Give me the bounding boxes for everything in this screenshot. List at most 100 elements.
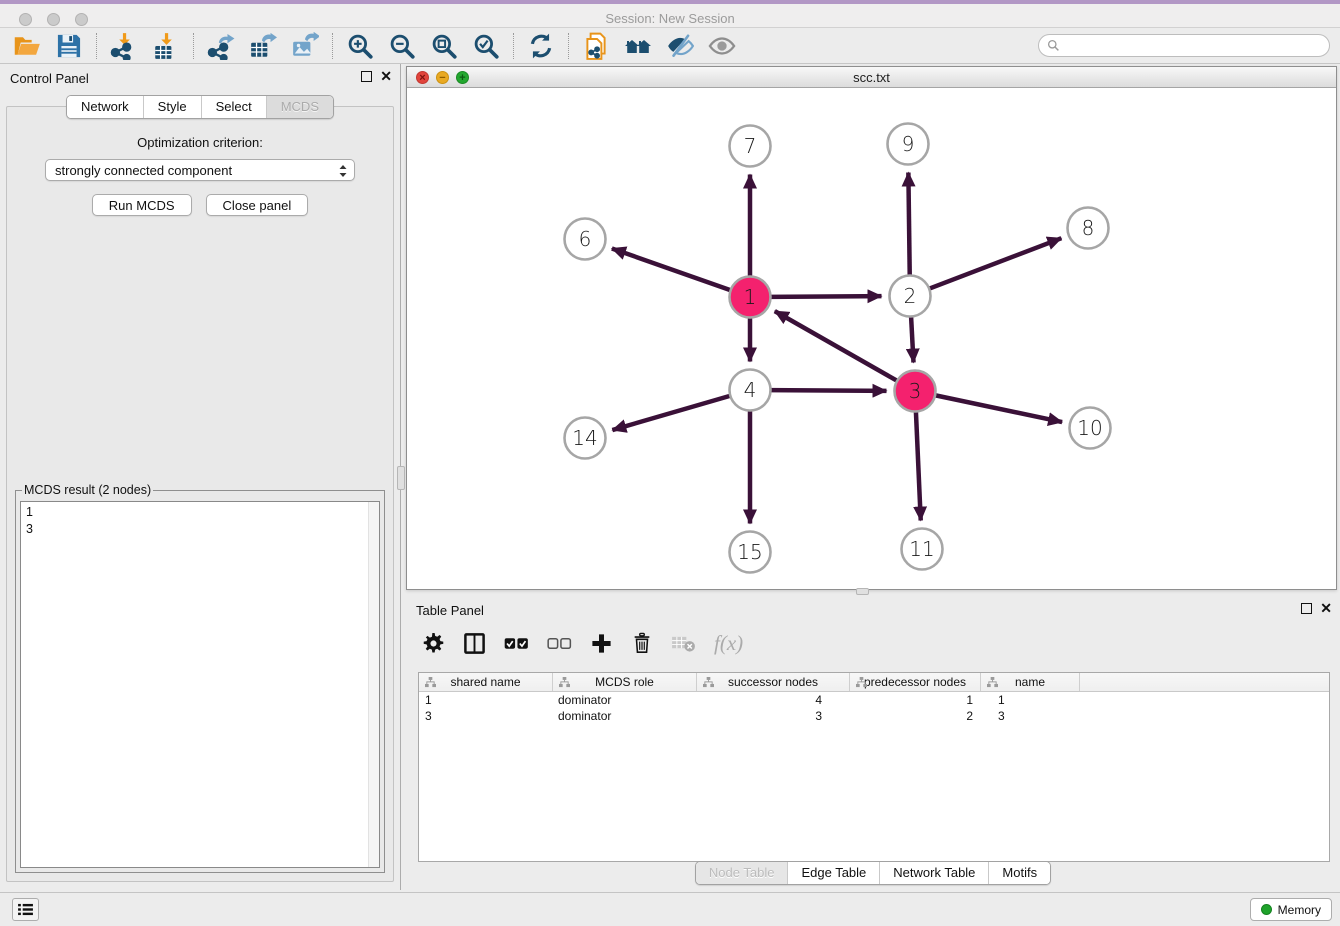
float-table-panel-icon[interactable]	[1301, 603, 1312, 614]
horizontal-splitter-handle[interactable]	[856, 588, 869, 595]
memory-label: Memory	[1278, 903, 1321, 917]
save-session-icon[interactable]	[54, 31, 84, 61]
home-icon[interactable]	[623, 31, 653, 61]
column-header-successor-nodes[interactable]: successor nodes	[697, 673, 850, 691]
graph-node-label: 2	[904, 284, 917, 308]
import-table-icon[interactable]	[151, 31, 181, 61]
cell-mcds_role: dominator	[553, 709, 697, 723]
tab-motifs[interactable]: Motifs	[988, 862, 1050, 884]
tab-select[interactable]: Select	[201, 96, 266, 118]
column-header-name[interactable]: name	[981, 673, 1080, 691]
deselect-all-icon[interactable]	[547, 635, 572, 652]
close-table-panel-icon[interactable]: ✕	[1320, 603, 1332, 614]
tab-node-table[interactable]: Node Table	[696, 862, 788, 884]
refresh-layout-icon[interactable]	[526, 31, 556, 61]
export-table-icon[interactable]	[248, 31, 278, 61]
cell-mcds_role: dominator	[553, 693, 697, 707]
open-session-icon[interactable]	[12, 31, 42, 61]
delete-column-trash-icon[interactable]	[631, 632, 653, 654]
session-title: Session: New Session	[0, 11, 1340, 26]
tab-mcds[interactable]: MCDS	[266, 96, 333, 118]
column-header-predecessor-nodes[interactable]: predecessor nodes	[850, 673, 981, 691]
show-hide-panels-icon[interactable]	[665, 31, 695, 61]
export-image-icon[interactable]	[290, 31, 320, 61]
zoom-out-icon[interactable]	[387, 31, 417, 61]
memory-status-icon	[1261, 904, 1272, 915]
graph-node-label: 3	[909, 379, 922, 403]
mcds-tab-content: Optimization criterion: strongly connect…	[6, 106, 394, 882]
vertical-splitter-handle[interactable]	[397, 466, 405, 490]
create-column-plus-icon[interactable]	[590, 632, 613, 655]
graph-edge-2-3[interactable]	[911, 316, 913, 362]
optimization-criterion-label: Optimization criterion:	[7, 135, 393, 150]
zoom-in-icon[interactable]	[345, 31, 375, 61]
table-row[interactable]: 1dominator411	[419, 692, 1329, 708]
table-row[interactable]: 3dominator323	[419, 708, 1329, 724]
graph-edge-2-9[interactable]	[908, 172, 909, 275]
network-canvas[interactable]: 7968124314101511	[407, 88, 1336, 589]
graph-node-label: 9	[902, 132, 915, 156]
mcds-result-fieldset: MCDS result (2 nodes) 1 3	[15, 483, 385, 873]
graph-node-label: 7	[744, 134, 757, 158]
graph-node-label: 10	[1077, 416, 1102, 440]
close-panel-button[interactable]: Close panel	[206, 194, 309, 216]
graph-node-label: 14	[572, 426, 597, 450]
close-panel-icon[interactable]: ✕	[380, 71, 392, 82]
control-panel: Control Panel ✕ NetworkStyleSelectMCDS O…	[0, 64, 401, 890]
graph-node-label: 15	[737, 540, 762, 564]
mcds-result-values: 1 3	[26, 504, 33, 538]
select-chevrons-icon	[338, 163, 348, 179]
memory-button[interactable]: Memory	[1250, 898, 1332, 921]
graph-edge-1-2[interactable]	[770, 296, 881, 297]
show-graphics-details-icon[interactable]	[707, 31, 737, 61]
graph-edge-4-3[interactable]	[770, 390, 886, 391]
column-header-MCDS-role[interactable]: MCDS role	[553, 673, 697, 691]
table-toolbar: f(x)	[422, 628, 743, 658]
export-network-icon[interactable]	[206, 31, 236, 61]
tab-style[interactable]: Style	[143, 96, 201, 118]
table-settings-gear-icon[interactable]	[422, 632, 445, 655]
graph-edge-2-8[interactable]	[929, 238, 1061, 289]
table-header-row: shared nameMCDS rolesuccessor nodesprede…	[419, 673, 1329, 692]
mcds-result-textarea[interactable]: 1 3	[20, 501, 380, 868]
network-window-titlebar[interactable]: × − + scc.txt	[407, 67, 1336, 88]
float-panel-icon[interactable]	[361, 71, 372, 82]
network-view-window: × − + scc.txt 7968124314101511	[406, 66, 1337, 590]
graph-node-label: 1	[744, 285, 757, 309]
graph-edge-4-14[interactable]	[612, 396, 730, 430]
app-titlebar: Session: New Session	[0, 0, 1340, 28]
table-panel-tabs: Node TableEdge TableNetwork TableMotifs	[695, 861, 1051, 885]
zoom-selected-icon[interactable]	[471, 31, 501, 61]
show-column-panel-icon[interactable]	[463, 632, 486, 655]
search-input[interactable]	[1065, 39, 1321, 53]
result-scrollbar[interactable]	[368, 502, 379, 867]
tab-network-table[interactable]: Network Table	[879, 862, 988, 884]
search-icon	[1047, 39, 1060, 52]
function-builder-icon: f(x)	[714, 631, 743, 656]
network-graph: 7968124314101511	[407, 88, 1336, 589]
main-toolbar	[0, 28, 1340, 64]
cell-shared_name: 3	[419, 709, 553, 723]
tab-edge-table[interactable]: Edge Table	[787, 862, 879, 884]
cell-name: 1	[981, 693, 1080, 707]
graph-edge-3-11[interactable]	[916, 411, 921, 520]
zoom-fit-icon[interactable]	[429, 31, 459, 61]
search-box	[1038, 34, 1330, 57]
cell-predecessor_nodes: 1	[850, 693, 981, 707]
table-panel-title: Table Panel	[416, 603, 484, 618]
graph-edge-3-10[interactable]	[935, 395, 1062, 422]
delete-table-icon	[671, 634, 696, 653]
clone-network-icon[interactable]	[581, 31, 611, 61]
graph-edge-3-1[interactable]	[775, 311, 897, 381]
tab-network[interactable]: Network	[67, 96, 143, 118]
graph-edge-1-6[interactable]	[612, 248, 731, 290]
cell-successor_nodes: 3	[697, 709, 850, 723]
column-header-shared-name[interactable]: shared name	[419, 673, 553, 691]
run-mcds-button[interactable]: Run MCDS	[92, 194, 192, 216]
optimization-criterion-select[interactable]: strongly connected component	[45, 159, 355, 181]
select-all-icon[interactable]	[504, 635, 529, 652]
import-network-icon[interactable]	[109, 31, 139, 61]
task-history-button[interactable]	[12, 898, 39, 921]
table-body: 1dominator4113dominator323	[419, 692, 1329, 724]
criterion-selected-value: strongly connected component	[55, 163, 232, 178]
